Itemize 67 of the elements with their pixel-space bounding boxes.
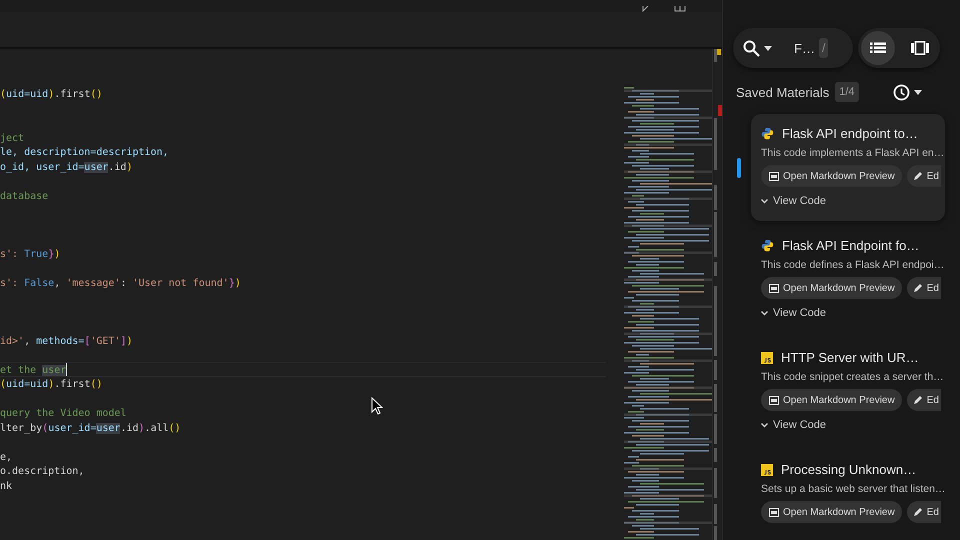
shortcut-key: /: [818, 38, 828, 58]
preview-icon: [769, 396, 779, 404]
search-field[interactable]: F… /: [733, 28, 853, 68]
view-code-toggle[interactable]: View Code: [761, 193, 826, 209]
mouse-pointer-icon: [371, 397, 383, 415]
view-code-toggle[interactable]: View Code: [761, 417, 826, 433]
code-line: (uid=uid).first(): [0, 379, 102, 390]
search-icon: [743, 40, 760, 56]
code-line: s': True}): [0, 248, 60, 260]
markdown-preview-button[interactable]: Open Markdown Preview: [761, 165, 902, 187]
material-title: Flask API endpoint to…: [782, 126, 918, 141]
list-icon: [870, 42, 886, 54]
carousel-icon: [911, 41, 929, 55]
markdown-preview-button[interactable]: Open Markdown Preview: [761, 501, 902, 523]
edit-button[interactable]: Ed: [906, 165, 941, 187]
edit-button[interactable]: Ed: [906, 501, 941, 523]
pencil-icon: [912, 395, 923, 405]
preview-icon: [769, 508, 779, 516]
code-line: id>', methods=['GET']): [0, 336, 133, 346]
material-title: Processing Unknown…: [781, 462, 916, 477]
pencil-icon: [912, 283, 923, 293]
material-description: This code defines a Flask API endpoi…: [761, 259, 945, 271]
edit-button[interactable]: Ed: [906, 277, 941, 299]
chevron-down-icon: [761, 198, 768, 204]
code-line: o.description,: [0, 466, 84, 477]
code-line: lter_by(user_id=user.id).all(): [0, 422, 181, 434]
material-description: This code snippet creates a server th…: [761, 371, 945, 383]
material-description: Sets up a basic web server that listen…: [761, 483, 945, 495]
python-icon: [761, 239, 774, 252]
javascript-icon: [761, 352, 773, 364]
code-line: ject: [0, 132, 24, 144]
chevron-down-icon: [761, 422, 768, 428]
chevron-down-icon: [761, 310, 768, 316]
code-line: (uid=uid).first(): [0, 89, 102, 100]
caret-icon: [764, 46, 772, 50]
pencil-icon: [912, 171, 923, 181]
markdown-preview-button[interactable]: Open Markdown Preview: [761, 277, 902, 299]
section-title: Saved Materials: [736, 84, 830, 100]
material-card[interactable]: Processing Unknown… Sets up a basic web server that listen… Open Markdown Preview Ed: [751, 450, 945, 540]
code-line: le, description=description,: [0, 147, 169, 158]
preview-icon: [769, 172, 779, 180]
preview-icon: [769, 284, 779, 292]
material-card[interactable]: HTTP Server with UR… This code snippet creates a server th… Open Markdown Preview Ed View Code: [751, 338, 945, 445]
code-line: o_id, user_id=user.id): [0, 162, 132, 172]
material-title: Flask API Endpoint fo…: [782, 238, 920, 253]
code-line: s': False, 'message': 'User not found'}): [0, 278, 241, 288]
code-line: e,: [0, 452, 12, 462]
history-button[interactable]: [892, 84, 922, 100]
material-card[interactable]: Flask API endpoint to… This code implements a Flask API en… Open Markdown Preview Ed View Code: [751, 114, 945, 221]
material-card[interactable]: Flask API Endpoint fo… This code defines a Flask API endpoi… Open Markdown Preview Ed View Code: [751, 226, 945, 333]
view-code-toggle[interactable]: View Code: [761, 305, 826, 321]
caret-icon: [914, 90, 922, 94]
code-line: nk: [0, 480, 12, 492]
material-description: This code implements a Flask API en…: [761, 147, 945, 159]
code-line: et the user: [0, 364, 68, 376]
pencil-icon: [912, 507, 923, 517]
javascript-icon: [761, 464, 773, 476]
python-icon: [761, 127, 774, 140]
text-cursor: [66, 363, 68, 376]
material-count: 1/4: [835, 82, 859, 102]
code-line: query the Video model: [0, 408, 126, 419]
markdown-preview-button[interactable]: Open Markdown Preview: [761, 389, 902, 411]
edit-button[interactable]: Ed: [906, 389, 941, 411]
material-title: HTTP Server with UR…: [781, 350, 919, 365]
code-line: database: [0, 190, 48, 202]
clock-icon: [892, 84, 910, 100]
view-mode-button[interactable]: [861, 31, 895, 65]
